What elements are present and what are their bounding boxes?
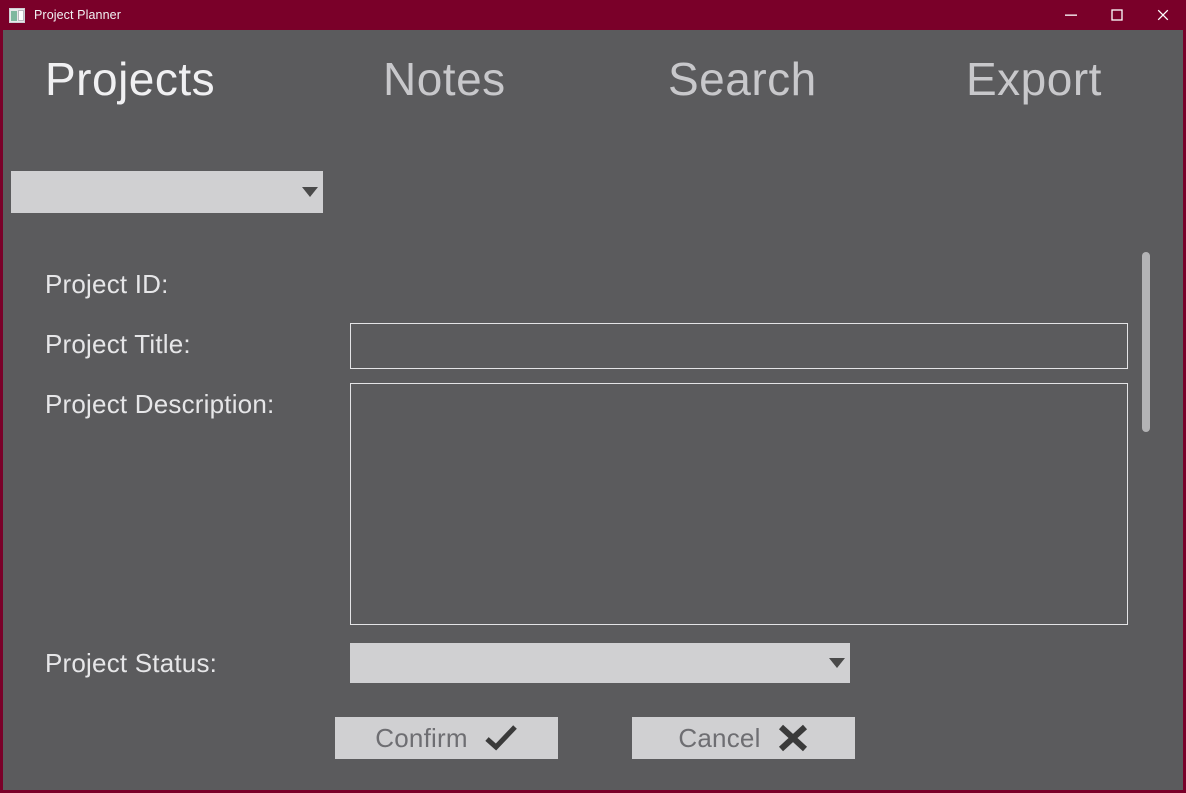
vertical-scrollbar[interactable] xyxy=(1139,245,1153,785)
scrollbar-thumb[interactable] xyxy=(1142,252,1150,432)
chevron-down-icon xyxy=(297,187,323,197)
minimize-icon xyxy=(1065,14,1077,16)
cancel-button-label: Cancel xyxy=(678,723,761,753)
close-button[interactable] xyxy=(1140,0,1186,30)
label-project-id: Project ID: xyxy=(45,269,169,299)
app-window-icon xyxy=(9,7,25,23)
tab-notes[interactable]: Notes xyxy=(383,56,506,102)
tab-search[interactable]: Search xyxy=(668,56,817,102)
tab-projects[interactable]: Projects xyxy=(45,56,215,102)
project-description-input[interactable] xyxy=(350,383,1128,625)
navigation-bar: Projects Notes Search Export xyxy=(3,30,1183,160)
label-project-title: Project Title: xyxy=(45,329,191,359)
app-window: Project Planner Projects Notes Search Ex… xyxy=(0,0,1186,793)
window-controls xyxy=(1048,0,1186,30)
project-status-dropdown[interactable] xyxy=(350,643,850,683)
close-icon xyxy=(1157,9,1169,21)
cancel-button[interactable]: Cancel xyxy=(632,717,855,759)
maximize-icon xyxy=(1111,9,1123,21)
project-select-dropdown[interactable] xyxy=(11,171,323,213)
tab-export[interactable]: Export xyxy=(966,56,1102,102)
window-title: Project Planner xyxy=(34,8,121,22)
minimize-button[interactable] xyxy=(1048,0,1094,30)
confirm-button-label: Confirm xyxy=(375,723,468,753)
chevron-down-icon xyxy=(824,658,850,668)
check-icon xyxy=(484,724,518,752)
title-bar: Project Planner xyxy=(0,0,1186,30)
label-project-status: Project Status: xyxy=(45,648,218,678)
client-area: Projects Notes Search Export Project ID:… xyxy=(3,30,1183,790)
label-project-description: Project Description: xyxy=(45,389,275,419)
confirm-button[interactable]: Confirm xyxy=(335,717,558,759)
cross-icon xyxy=(777,724,809,752)
maximize-button[interactable] xyxy=(1094,0,1140,30)
project-title-input[interactable] xyxy=(350,323,1128,369)
